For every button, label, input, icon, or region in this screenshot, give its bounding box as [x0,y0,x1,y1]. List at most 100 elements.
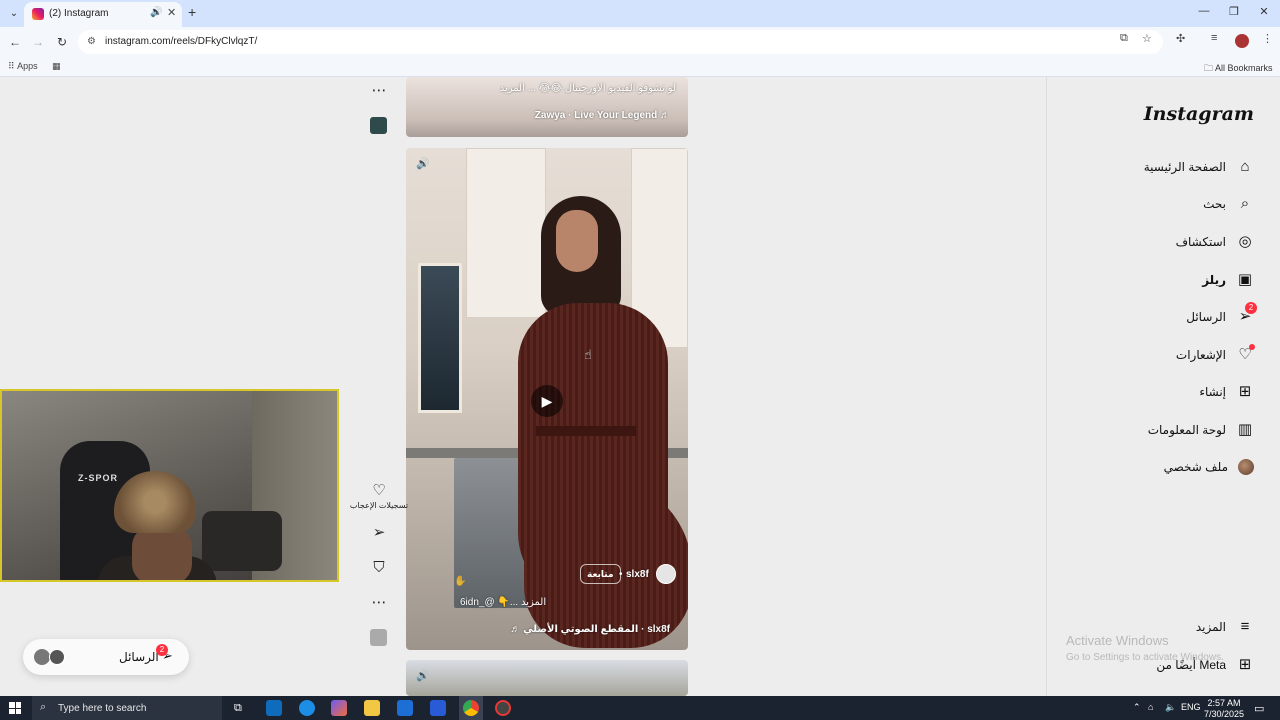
sidebar-item-reels[interactable]: ريلز ▣ [1202,268,1254,292]
sidebar: Instagram الصفحة الرئيسية ⌂ بحث ⌕ استكشا… [1046,77,1280,696]
all-bookmarks-label: All Bookmarks [1215,63,1273,73]
dashboard-icon: ▥ [1237,421,1253,438]
audio-thumb-avatar[interactable] [370,629,387,646]
forward-icon[interactable]: → [31,35,45,49]
sidebar-item-notifications[interactable]: الإشعارات ♡ [1175,343,1255,367]
recorder-icon[interactable] [495,700,511,716]
sidebar-item-label: المزيد [1195,620,1226,634]
create-icon: ⊞ [1238,383,1252,400]
defender-icon[interactable] [430,700,446,716]
chair-logo-image: Z-SPOR [78,473,119,483]
outlook-icon[interactable] [266,700,282,716]
belt-image [536,426,636,436]
webcam-overlay: Z-SPOR [0,389,339,582]
avatar [34,649,50,665]
sidebar-item-label: لوحة المعلومات [1147,423,1226,437]
reel-previous[interactable]: لو تشوفو الفيديو الاورجينال 😂😂 ... المزي… [406,77,688,137]
instagram-favicon-icon [32,8,44,20]
mouse-cursor-icon: ☝ [584,347,592,362]
new-tab-icon[interactable]: + [188,4,196,20]
more-options-icon[interactable]: ⋯ [366,81,392,100]
task-view-icon[interactable]: ⧉ [234,702,242,715]
sidebar-item-profile[interactable]: ملف شخصي [1164,455,1254,479]
minimize-icon[interactable]: — [1196,5,1212,17]
messages-pill[interactable]: الرسائل ➢ 2 [23,639,189,675]
tab-groups-icon[interactable]: ▦ [52,61,61,72]
home-icon: ⌂ [1240,158,1250,175]
file-explorer-icon[interactable] [364,700,380,716]
tab-title: (2) Instagram [49,8,109,19]
volume-icon[interactable]: 🔈 [1165,702,1176,713]
user-avatar[interactable] [656,564,676,584]
windows-taskbar: ⌕ Type here to search ⧉ ⌃ ⌂ 🔈 ENG 2:57 A… [0,696,1280,720]
close-tab-icon[interactable]: ✕ [167,6,176,19]
restore-icon[interactable]: ❐ [1226,5,1242,18]
watermark-title: Activate Windows [1066,633,1169,648]
menu-kebab-icon[interactable]: ⋮ [1262,32,1273,45]
site-info-icon[interactable]: ⚙ [87,36,96,47]
browser-tab[interactable]: (2) Instagram 🔊 ✕ [24,2,182,27]
reel-audio[interactable]: ♬ المقطع الصوتي الأصلي · slx8f [510,624,670,635]
bookmarks-bar: ⠿ Apps ▦ 🗀 All Bookmarks [0,57,1280,77]
sidebar-item-home[interactable]: الصفحة الرئيسية ⌂ [1144,155,1254,179]
tab-search-icon[interactable]: ⌄ [6,6,22,22]
address-bar[interactable]: ⚙ instagram.com/reels/DFkyClvlqzT/ [78,30,1163,54]
sidebar-item-dashboard[interactable]: لوحة المعلومات ▥ [1148,418,1254,442]
volume-icon[interactable]: 🔊 [416,669,430,682]
taskbar-search[interactable]: ⌕ Type here to search [32,696,222,720]
notifications-icon[interactable]: ▭ [1254,702,1264,715]
extensions-icon[interactable]: ✣ [1176,32,1185,45]
reel-caption[interactable]: 6idn_@ 👇... المزيد [460,597,546,608]
bookmark-star-icon[interactable]: ☆ [1142,32,1152,45]
sidebar-item-label: ملف شخصي [1163,460,1228,474]
sidebar-item-explore[interactable]: استكشاف ◎ [1176,230,1254,254]
follow-button[interactable]: متابعة [580,564,621,584]
sidebar-item-label: بحث [1203,197,1226,211]
window-image [418,263,462,413]
edge-icon[interactable] [299,700,315,716]
network-icon[interactable]: ⌂ [1148,702,1153,712]
share-icon[interactable]: ➢ [366,523,392,542]
reel-caption[interactable]: لو تشوفو الفيديو الاورجينال 😂😂 ... المزي… [500,83,676,94]
clock-date: 7/30/2025 [1203,709,1245,719]
instagram-logo[interactable]: Instagram [1144,103,1254,125]
tray-chevron-icon[interactable]: ⌃ [1133,702,1141,713]
windows-start-icon[interactable] [9,702,21,714]
url-text: instagram.com/reels/DFkyClvlqzT/ [105,36,258,47]
like-icon[interactable]: ♡ [366,481,392,500]
more-options-icon[interactable]: ⋯ [366,593,392,612]
apps-bookmark[interactable]: ⠿ Apps [8,61,38,72]
chrome-icon[interactable] [463,700,479,716]
profile-avatar-icon[interactable] [1235,34,1249,48]
speaker-icon[interactable]: 🔊 [150,7,162,18]
all-bookmarks[interactable]: 🗀 All Bookmarks [1204,61,1273,77]
audio-thumb-avatar[interactable] [370,117,387,134]
save-icon[interactable]: ⛉ [366,559,392,577]
language-indicator[interactable]: ENG [1181,702,1201,712]
meta-apps-icon: ⊞ [1238,656,1252,673]
heart-icon: ♡ [1236,344,1255,364]
reel-username[interactable]: slx8f [626,569,649,580]
media-controls-icon[interactable]: ≡ [1211,32,1217,44]
sidebar-item-label: الصفحة الرئيسية [1143,160,1226,174]
copilot-icon[interactable] [331,700,347,716]
sidebar-item-messages[interactable]: الرسائل ➢ 2 [1186,302,1257,329]
sidebar-item-create[interactable]: إنشاء ⊞ [1199,380,1254,404]
back-icon[interactable]: ← [8,35,22,49]
reel-audio[interactable]: Zawya · Live Your Legend ♬ [535,110,670,121]
volume-icon[interactable]: 🔊 [416,157,430,170]
reload-icon[interactable]: ↻ [55,35,69,49]
sidebar-item-label: الإشعارات [1175,348,1226,362]
install-app-icon[interactable]: ⧉ [1120,32,1128,45]
sidebar-item-label: ريلز [1202,273,1226,287]
window-close-icon[interactable]: ✕ [1256,5,1272,18]
sidebar-item-label: إنشاء [1199,385,1226,399]
reel-next[interactable]: 🔊 [406,660,688,696]
compass-icon: ◎ [1238,233,1252,250]
store-icon[interactable] [397,700,413,716]
clock[interactable]: 2:57 AM 7/30/2025 [1200,698,1248,720]
person-hip-image [524,478,688,648]
sidebar-item-search[interactable]: بحث ⌕ [1203,192,1254,216]
play-button[interactable]: ▶ [531,385,563,417]
reel-current[interactable]: 🔊 ▶ slx8f • متابعة ✋ 6idn_@ 👇... المزيد … [406,148,688,650]
